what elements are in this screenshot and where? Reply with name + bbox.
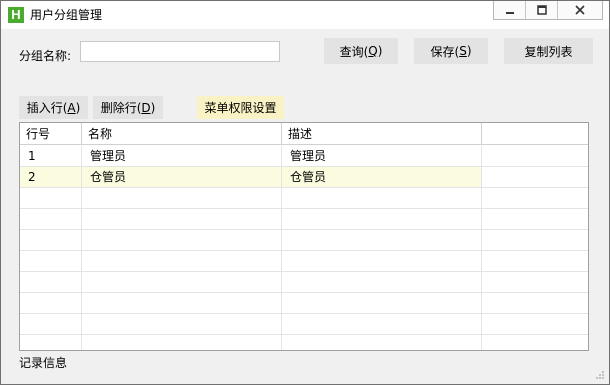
empty-row (20, 335, 588, 350)
cell-name[interactable]: 仓管员 (82, 167, 282, 187)
window-controls (493, 1, 603, 20)
empty-row (20, 272, 588, 293)
empty-row (20, 314, 588, 335)
empty-row (20, 209, 588, 230)
record-info-status: 记录信息 (19, 356, 68, 370)
close-button[interactable] (558, 1, 602, 19)
column-header-description[interactable]: 描述 (282, 123, 482, 145)
query-button[interactable]: 查询(Q) (324, 38, 398, 64)
table-header: 行号 名称 描述 (20, 123, 588, 145)
window-title: 用户分组管理 (30, 8, 103, 22)
menu-permission-button[interactable]: 菜单权限设置 (197, 96, 284, 119)
save-button-hotkey: S (459, 44, 467, 58)
group-name-input[interactable] (80, 41, 280, 62)
column-header-name[interactable]: 名称 (82, 123, 282, 145)
save-button[interactable]: 保存(S) (414, 38, 488, 64)
minimize-icon (505, 12, 514, 14)
column-header-empty (482, 123, 588, 145)
insert-row-label-end: ) (75, 100, 81, 115)
query-button-label: 查询( (339, 44, 369, 59)
insert-row-hotkey: A (67, 100, 76, 115)
empty-row (20, 293, 588, 314)
empty-row (20, 188, 588, 209)
query-button-hotkey: Q (368, 44, 378, 58)
title-bar[interactable]: H 用户分组管理 (1, 1, 609, 29)
main-window: H 用户分组管理 分组名称: 查询(Q) 保存(S) 复制列表 插入行(A) 删… (0, 0, 610, 385)
delete-row-hotkey: D (141, 100, 151, 115)
group-name-label: 分组名称: (19, 49, 72, 63)
query-button-label-end: ) (377, 44, 383, 58)
cell-row-no[interactable]: 2 (20, 167, 82, 187)
cell-empty (482, 146, 588, 166)
save-button-label-end: ) (466, 44, 472, 58)
delete-row-label-end: ) (150, 100, 156, 115)
app-logo-icon: H (8, 7, 24, 23)
table-row[interactable]: 1 管理员 管理员 (20, 146, 588, 167)
empty-row (20, 230, 588, 251)
minimize-button[interactable] (494, 1, 526, 19)
table-row[interactable]: 2 仓管员 仓管员 (20, 167, 588, 188)
group-table[interactable]: 行号 名称 描述 1 管理员 管理员 2 仓管员 仓管员 (19, 122, 589, 351)
maximize-button[interactable] (526, 1, 558, 19)
cell-description[interactable]: 仓管员 (282, 167, 482, 187)
column-header-row-no[interactable]: 行号 (20, 123, 82, 145)
insert-row-label: 插入行( (26, 101, 68, 115)
empty-row (20, 251, 588, 272)
delete-row-label: 删除行( (100, 101, 142, 115)
maximize-icon (536, 5, 547, 15)
close-icon (575, 5, 585, 15)
delete-row-button[interactable]: 删除行(D) (93, 96, 163, 119)
resize-grip-icon[interactable] (595, 370, 605, 380)
cell-description[interactable]: 管理员 (282, 146, 482, 166)
insert-row-button[interactable]: 插入行(A) (19, 96, 88, 119)
cell-name[interactable]: 管理员 (82, 146, 282, 166)
cell-empty (482, 167, 588, 187)
save-button-label: 保存( (430, 44, 460, 59)
cell-row-no[interactable]: 1 (20, 146, 82, 166)
copy-list-button[interactable]: 复制列表 (504, 38, 593, 64)
